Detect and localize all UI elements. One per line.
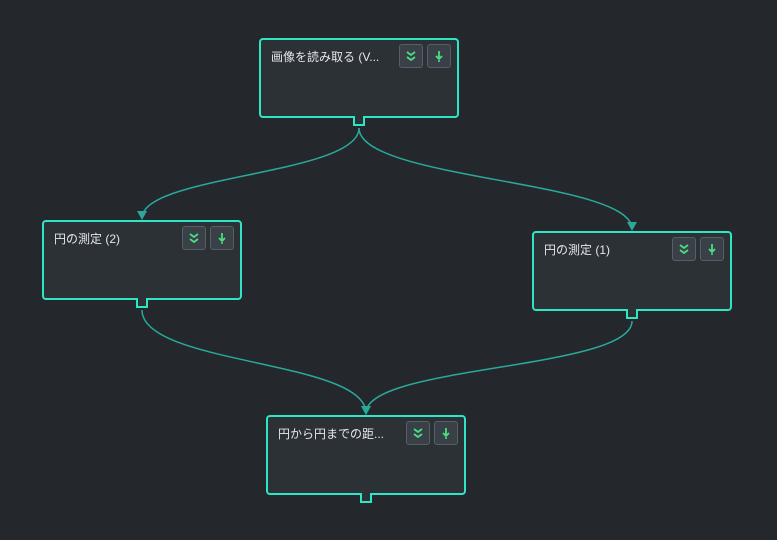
download-arrow-icon xyxy=(705,242,719,256)
download-arrow-icon xyxy=(432,49,446,63)
expand-button[interactable] xyxy=(399,44,423,68)
node-title: 円の測定 (1) xyxy=(544,241,666,258)
output-port[interactable] xyxy=(136,298,148,308)
download-button[interactable] xyxy=(210,226,234,250)
node-title: 円の測定 (2) xyxy=(54,230,176,247)
expand-button[interactable] xyxy=(672,237,696,261)
expand-button[interactable] xyxy=(406,421,430,445)
node-circle-measure-2[interactable]: 円の測定 (2) xyxy=(42,220,242,300)
output-port[interactable] xyxy=(626,309,638,319)
node-circle-measure-1[interactable]: 円の測定 (1) xyxy=(532,231,732,311)
node-read-image[interactable]: 画像を読み取る (V... xyxy=(259,38,459,118)
flow-canvas[interactable]: 画像を読み取る (V... xyxy=(0,0,777,540)
chevron-double-down-icon xyxy=(187,231,201,245)
download-button[interactable] xyxy=(434,421,458,445)
download-arrow-icon xyxy=(439,426,453,440)
expand-button[interactable] xyxy=(182,226,206,250)
download-button[interactable] xyxy=(427,44,451,68)
download-arrow-icon xyxy=(215,231,229,245)
download-button[interactable] xyxy=(700,237,724,261)
chevron-double-down-icon xyxy=(411,426,425,440)
output-port[interactable] xyxy=(360,493,372,503)
output-port[interactable] xyxy=(353,116,365,126)
chevron-double-down-icon xyxy=(404,49,418,63)
node-circle-to-circle-distance[interactable]: 円から円までの距... xyxy=(266,415,466,495)
node-title: 画像を読み取る (V... xyxy=(271,48,393,65)
chevron-double-down-icon xyxy=(677,242,691,256)
node-title: 円から円までの距... xyxy=(278,425,400,442)
